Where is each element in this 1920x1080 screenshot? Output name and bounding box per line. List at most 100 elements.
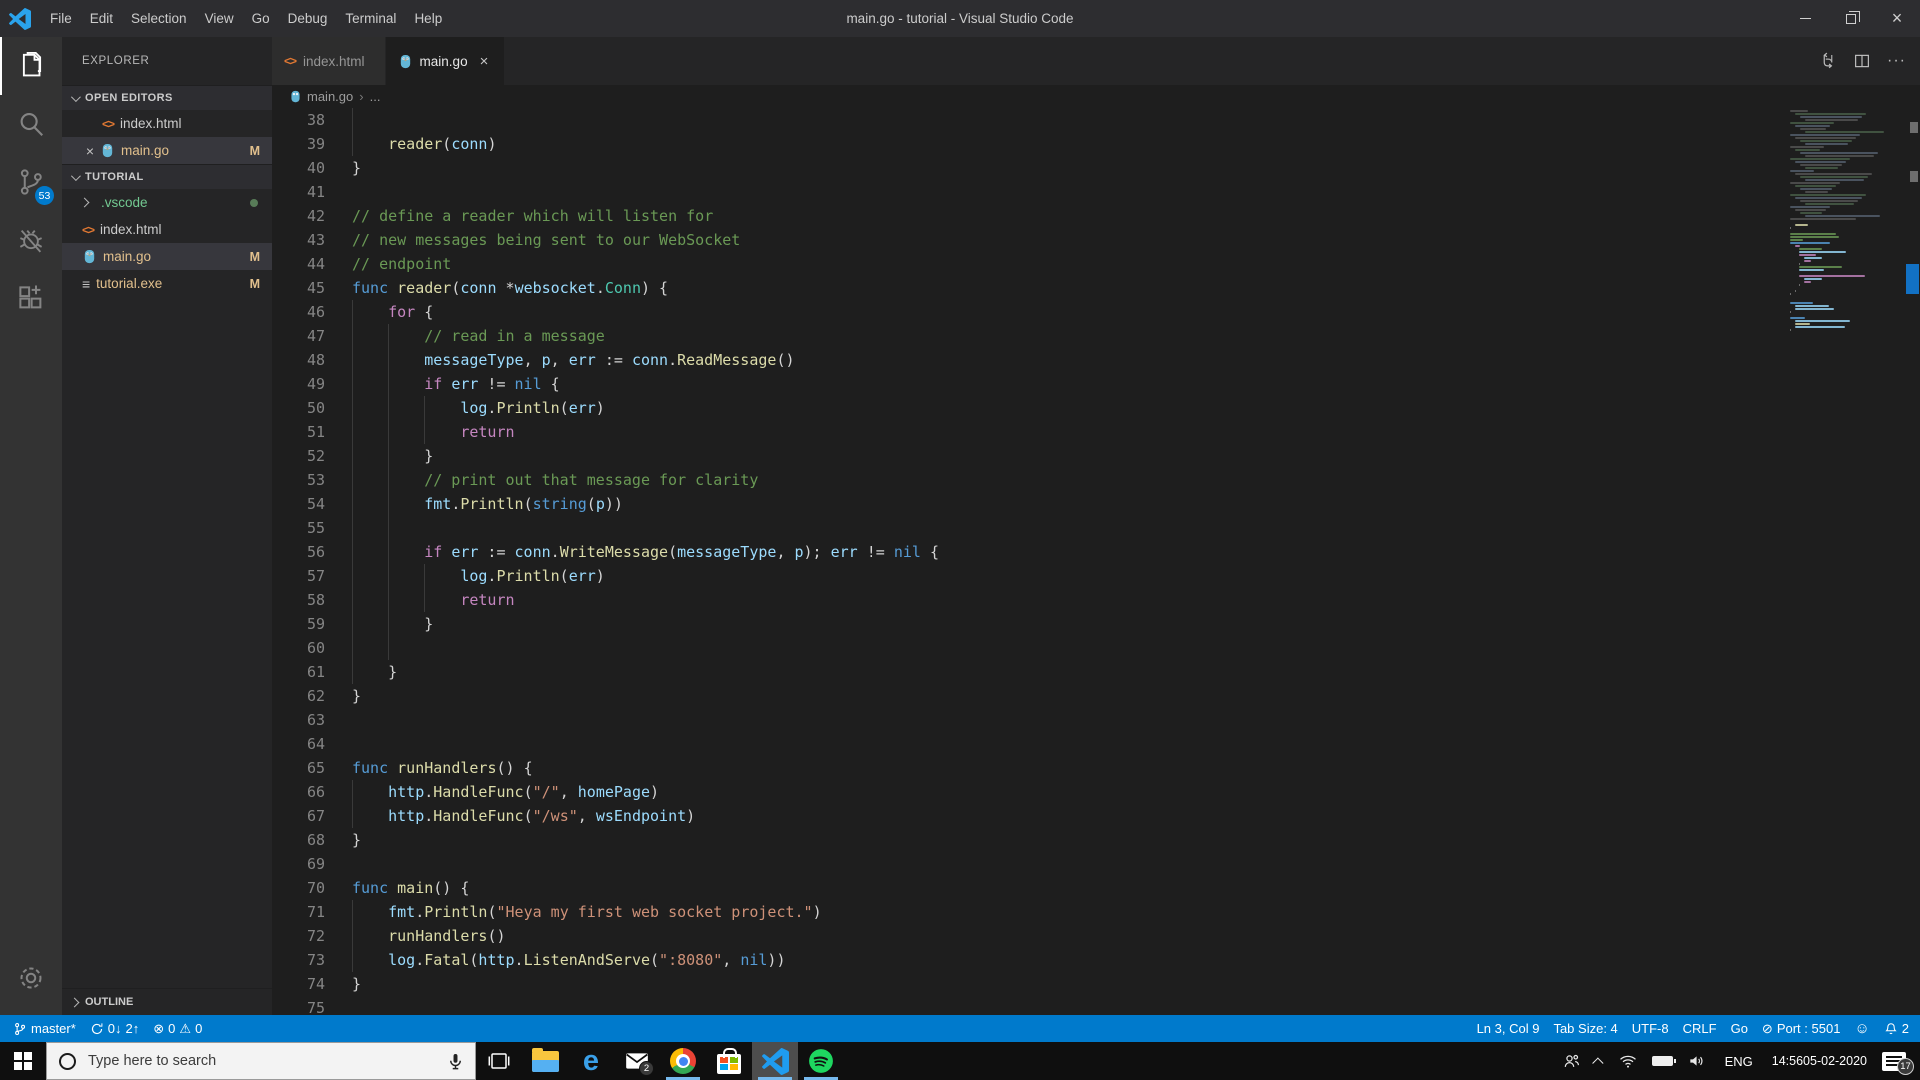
network-button[interactable] (1611, 1042, 1645, 1080)
menu-help[interactable]: Help (405, 0, 451, 37)
cursor-position-item[interactable]: Ln 3, Col 9 (1470, 1015, 1547, 1042)
store-button[interactable] (706, 1042, 752, 1080)
task-view-button[interactable] (476, 1042, 522, 1080)
line-number[interactable]: 52 (272, 444, 325, 468)
code-line-47[interactable]: 47 // read in a message (272, 324, 1920, 348)
line-number[interactable]: 61 (272, 660, 325, 684)
tab-size-item[interactable]: Tab Size: 4 (1546, 1015, 1624, 1042)
microphone-icon[interactable] (446, 1052, 465, 1071)
line-number[interactable]: 65 (272, 756, 325, 780)
line-number[interactable]: 59 (272, 612, 325, 636)
edge-button[interactable]: e (568, 1042, 614, 1080)
code-line-74[interactable]: 74} (272, 972, 1920, 996)
code-line-43[interactable]: 43 // new messages being sent to our WebS… (272, 228, 1920, 252)
live-server-port-item[interactable]: ⊘ Port : 5501 (1755, 1015, 1848, 1042)
line-number[interactable]: 46 (272, 300, 325, 324)
minimap[interactable] (1790, 108, 1902, 1015)
menu-edit[interactable]: Edit (81, 0, 122, 37)
line-number[interactable]: 71 (272, 900, 325, 924)
code-editor[interactable]: 38 39 reader(conn) 40} 41 42// define a reade… (272, 108, 1920, 1015)
file-item-index-html[interactable]: <> index.html (62, 110, 272, 137)
line-number[interactable]: 68 (272, 828, 325, 852)
code-line-53[interactable]: 53 // print out that message for clarity (272, 468, 1920, 492)
line-number[interactable]: 64 (272, 732, 325, 756)
line-number[interactable]: 51 (272, 420, 325, 444)
code-line-44[interactable]: 44 // endpoint (272, 252, 1920, 276)
close-button[interactable]: × (1874, 0, 1920, 37)
outline-header[interactable]: OUTLINE (62, 988, 272, 1015)
tab-close-icon[interactable]: × (476, 51, 493, 72)
code-line-66[interactable]: 66 http.HandleFunc("/", homePage) (272, 780, 1920, 804)
explorer-activity-button[interactable] (0, 37, 62, 95)
open-changes-icon[interactable] (1819, 52, 1837, 70)
debug-activity-button[interactable] (0, 211, 62, 269)
menu-file[interactable]: File (41, 0, 81, 37)
restore-button[interactable] (1828, 0, 1874, 37)
code-line-59[interactable]: 59} (272, 612, 1920, 636)
code-line-49[interactable]: 49 if err != nil { (272, 372, 1920, 396)
code-line-71[interactable]: 71 fmt.Println("Heya my first web socket … (272, 900, 1920, 924)
feedback-item[interactable]: ☺ (1847, 1015, 1876, 1042)
file-explorer-button[interactable] (522, 1042, 568, 1080)
line-number[interactable]: 54 (272, 492, 325, 516)
line-number[interactable]: 70 (272, 876, 325, 900)
code-line-41[interactable]: 41 (272, 180, 1920, 204)
git-branch-item[interactable]: master* (6, 1015, 83, 1042)
problems-item[interactable]: ⊗ 0 ⚠ 0 (146, 1015, 209, 1042)
minimize-button[interactable] (1782, 0, 1828, 37)
code-line-39[interactable]: 39 reader(conn) (272, 132, 1920, 156)
line-number[interactable]: 42 (272, 204, 325, 228)
line-number[interactable]: 58 (272, 588, 325, 612)
line-number[interactable]: 72 (272, 924, 325, 948)
code-line-60[interactable]: 60 (272, 636, 1920, 660)
file-item--vscode[interactable]: .vscode (62, 189, 272, 216)
file-item-main-go[interactable]: main.go M (62, 243, 272, 270)
mail-button[interactable]: 2 (614, 1042, 660, 1080)
code-line-50[interactable]: 50 log.Println(err) (272, 396, 1920, 420)
line-number[interactable]: 53 (272, 468, 325, 492)
code-line-56[interactable]: 56 if err := conn.WriteMessage(messageTyp… (272, 540, 1920, 564)
code-line-51[interactable]: 51 return (272, 420, 1920, 444)
line-number[interactable]: 45 (272, 276, 325, 300)
search-activity-button[interactable] (0, 95, 62, 153)
close-editor-icon[interactable]: × (82, 143, 98, 159)
code-line-46[interactable]: 46 for { (272, 300, 1920, 324)
extensions-activity-button[interactable] (0, 269, 62, 327)
line-number[interactable]: 47 (272, 324, 325, 348)
line-number[interactable]: 69 (272, 852, 325, 876)
line-number[interactable]: 43 (272, 228, 325, 252)
line-number[interactable]: 55 (272, 516, 325, 540)
line-number[interactable]: 75 (272, 996, 325, 1015)
code-line-62[interactable]: 62} (272, 684, 1920, 708)
file-item-main-go[interactable]: × main.go M (62, 137, 272, 164)
file-item-index-html[interactable]: <> index.html (62, 216, 272, 243)
code-line-57[interactable]: 57 log.Println(err) (272, 564, 1920, 588)
line-number[interactable]: 56 (272, 540, 325, 564)
hidden-icons-button[interactable] (1589, 1042, 1611, 1080)
line-number[interactable]: 57 (272, 564, 325, 588)
code-line-63[interactable]: 63 (272, 708, 1920, 732)
line-number[interactable]: 73 (272, 948, 325, 972)
code-line-55[interactable]: 55 (272, 516, 1920, 540)
menu-terminal[interactable]: Terminal (336, 0, 405, 37)
code-line-64[interactable]: 64 (272, 732, 1920, 756)
code-line-65[interactable]: 65 func runHandlers() { (272, 756, 1920, 780)
more-actions-icon[interactable]: ··· (1887, 52, 1906, 70)
line-number[interactable]: 38 (272, 108, 325, 132)
line-number[interactable]: 62 (272, 684, 325, 708)
open-editors-header[interactable]: OPEN EDITORS (62, 85, 272, 110)
line-number[interactable]: 67 (272, 804, 325, 828)
taskbar-search[interactable] (46, 1042, 476, 1080)
code-line-42[interactable]: 42 // define a reader which will listen f… (272, 204, 1920, 228)
chrome-button[interactable] (660, 1042, 706, 1080)
code-line-58[interactable]: 58 return (272, 588, 1920, 612)
search-input[interactable] (88, 1053, 418, 1069)
line-number[interactable]: 40 (272, 156, 325, 180)
tab-index-html[interactable]: <> index.html (272, 37, 386, 85)
line-number[interactable]: 44 (272, 252, 325, 276)
line-number[interactable]: 63 (272, 708, 325, 732)
split-editor-icon[interactable] (1853, 52, 1871, 70)
line-number[interactable]: 39 (272, 132, 325, 156)
menu-view[interactable]: View (196, 0, 243, 37)
code-line-67[interactable]: 67 http.HandleFunc("/ws", wsEndpoint) (272, 804, 1920, 828)
